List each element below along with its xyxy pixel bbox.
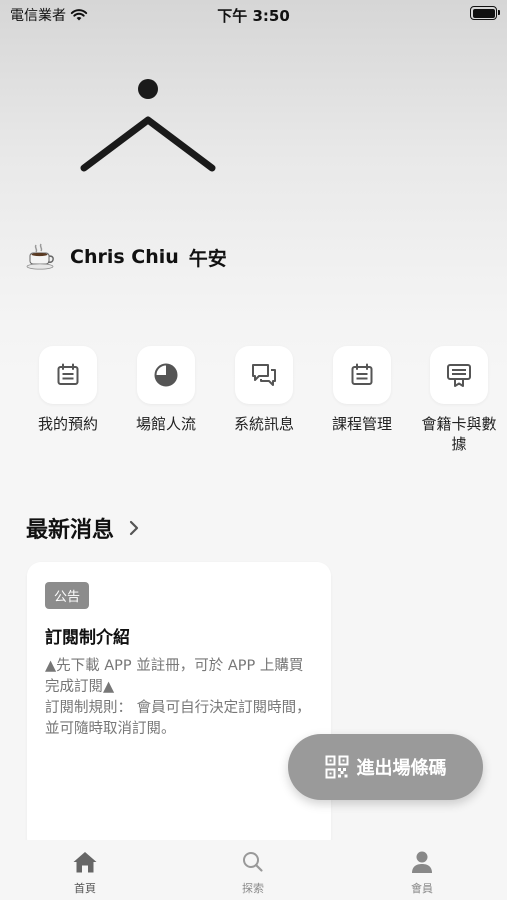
quick-action-venue-traffic[interactable]: 場館人流 (118, 346, 214, 434)
quick-action-icon-box (235, 346, 293, 404)
quick-actions: 我的預約 場館人流 系統訊息 課程管理 會籍卡與數據 (0, 346, 507, 466)
quick-action-membership-card[interactable]: 會籍卡與數據 (411, 346, 507, 454)
status-time: 下午 3:50 (217, 7, 290, 25)
quick-action-label: 課程管理 (331, 415, 392, 433)
tab-bar: 首頁 探索 會員 (0, 840, 507, 900)
coffee-icon (26, 243, 54, 270)
greeting-word: 午安 (188, 247, 227, 270)
quick-action-icon-box (333, 346, 391, 404)
quick-action-course-management[interactable]: 課程管理 (314, 346, 410, 434)
qr-code-icon (325, 755, 348, 779)
entry-barcode-label: 進出場條碼 (356, 758, 447, 779)
quick-action-label: 場館人流 (135, 415, 196, 433)
status-bar: 電信業者 下午 3:50 (0, 0, 507, 30)
quick-action-icon-box (137, 346, 195, 404)
chevron-right-icon (129, 520, 139, 536)
quick-action-my-reservations[interactable]: 我的預約 (20, 346, 116, 434)
chat-bubbles-icon (252, 364, 276, 386)
battery-icon (470, 6, 500, 20)
quick-action-system-messages[interactable]: 系統訊息 (216, 346, 312, 434)
news-section-title: 最新消息 (26, 518, 115, 543)
calendar-icon (57, 363, 79, 385)
search-icon (243, 852, 263, 872)
person-icon (412, 851, 432, 873)
user-name: Chris Chiu (70, 246, 179, 268)
quick-action-icon-box (39, 346, 97, 404)
tab-explore[interactable]: 探索 (213, 850, 293, 896)
home-icon (73, 852, 97, 873)
membership-card-icon (447, 364, 471, 387)
pie-chart-icon (154, 363, 178, 387)
calendar-icon (351, 363, 373, 385)
quick-action-label: 會籍卡與數據 (421, 415, 497, 453)
news-card-body: ▲先下載 APP 並註冊，可於 APP 上購買完成訂閱▲ 訂閱制規則： 會員可自… (45, 658, 311, 737)
tab-home[interactable]: 首頁 (45, 850, 125, 896)
quick-action-icon-box (430, 346, 488, 404)
news-card[interactable]: 公告 訂閱制介紹 ▲先下載 APP 並註冊，可於 APP 上購買完成訂閱▲ 訂閱… (27, 562, 331, 852)
news-section-header[interactable]: 最新消息 (26, 512, 140, 544)
greeting: Chris Chiu 午安 (26, 243, 227, 271)
tab-label: 探索 (242, 882, 264, 895)
news-tag: 公告 (45, 582, 90, 609)
brand-logo (80, 79, 216, 172)
tab-member[interactable]: 會員 (382, 850, 462, 896)
news-card-title: 訂閱制介紹 (45, 628, 130, 648)
tab-label: 會員 (411, 882, 433, 895)
quick-action-label: 我的預約 (37, 415, 98, 433)
tab-label: 首頁 (74, 882, 96, 895)
battery-level (472, 8, 495, 18)
entry-barcode-button[interactable]: 進出場條碼 (288, 734, 483, 800)
quick-action-label: 系統訊息 (233, 415, 294, 433)
